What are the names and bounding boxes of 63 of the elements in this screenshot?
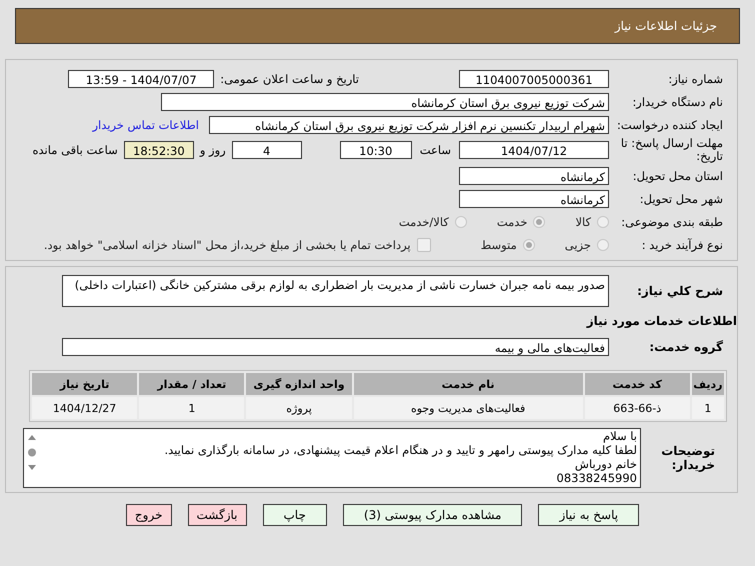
table-cell: ذ-66-663 xyxy=(584,397,690,419)
need-number-field: 1104007005000361 xyxy=(459,70,609,88)
column-header: نام خدمت xyxy=(354,373,583,395)
action-button[interactable]: مشاهده مدارک پیوستی (3) xyxy=(342,504,522,526)
column-header: واحد اندازه گیری xyxy=(246,373,352,395)
radio-button[interactable] xyxy=(533,216,546,228)
field-label: مهلت ارسال پاسخ: تا تاریخ: xyxy=(620,137,724,163)
notes-line: 08338245990 xyxy=(556,471,637,485)
field-label: شرح کلي نیاز: xyxy=(636,284,724,298)
radio-button[interactable] xyxy=(522,238,535,250)
column-header: تاریخ نیاز xyxy=(32,373,138,395)
table-cell: 1 xyxy=(139,397,244,419)
checkbox[interactable] xyxy=(416,238,431,252)
radio-label: کالا/خدمت xyxy=(398,214,449,228)
days-field: 4 xyxy=(232,141,302,159)
service-group-field: فعالیت‌های مالی و بیمه xyxy=(62,338,609,356)
days-label: روز و xyxy=(200,143,226,157)
column-header: ردیف xyxy=(692,373,724,395)
radio-label: خدمت xyxy=(496,214,528,228)
table-cell: پروژه xyxy=(246,397,352,419)
buyer-contact-link[interactable]: اطلاعات تماس خریدار xyxy=(92,118,199,132)
deadline-time-field: 10:30 xyxy=(340,141,412,159)
field-label: نوع فرآیند خرید : xyxy=(640,238,724,252)
city-field: کرمانشاه xyxy=(459,190,609,208)
header-title: جزئیات اطلاعات نیاز xyxy=(614,19,717,33)
field-label: ایجاد کننده درخواست: xyxy=(616,118,724,132)
column-header: تعداد / مقدار xyxy=(139,373,244,395)
table-cell: فعالیت‌های مدیریت وجوه xyxy=(354,397,583,419)
radio-label: جزیی xyxy=(564,238,591,252)
time-label: ساعت xyxy=(420,143,451,157)
action-button[interactable]: خروج xyxy=(126,504,172,526)
buyer-name-field: شرکت توزیع نیروی برق استان کرمانشاه xyxy=(161,92,609,110)
field-label: نام دستگاه خریدار: xyxy=(631,94,724,108)
field-label: شماره نیاز: xyxy=(667,72,724,86)
announce-date-field: 1404/07/07 - 13:59 xyxy=(68,70,214,88)
radio-label: کالا xyxy=(575,214,591,228)
remaining-label: ساعت باقی مانده xyxy=(32,143,118,157)
field-label: گروه خدمت: xyxy=(648,340,724,354)
column-header: کد خدمت xyxy=(584,373,690,395)
field-label: توضیحات خریدار: xyxy=(660,443,716,472)
field-label: شهر محل تحویل: xyxy=(638,192,724,206)
field-label: طبقه بندی موضوعی: xyxy=(620,214,724,228)
checkbox-label: پرداخت تمام یا بخشی از مبلغ خرید،از محل "اسناد خزانه اسلامی" خواهد بود. xyxy=(44,238,411,252)
field-label: تاریخ و ساعت اعلان عمومی: xyxy=(220,72,359,86)
action-button[interactable]: پاسخ به نیاز xyxy=(538,504,640,526)
summary-textarea[interactable]: صدور بیمه نامه جبران خسارت ناشی از مدیریت بار اضطراری به لوازم برقی مشترکین خانگی (اعتبارات داخلی) xyxy=(62,275,609,307)
notes-line: لطفا کلیه مدارک پیوستی رامهر و تایید و در هنگام اعلام قیمت پیشنهادی، در سامانه بارگذاری نمایید. xyxy=(163,443,637,457)
field-label: استان محل تحویل: xyxy=(632,168,724,182)
notes-line: با سلام xyxy=(602,429,637,443)
section-title: اطلاعات خدمات مورد نیاز xyxy=(586,313,737,330)
radio-button[interactable] xyxy=(597,238,609,250)
creator-field: شهرام اربیدار تکنسین نرم افزار شرکت توزیع نیروی برق استان کرمانشاه xyxy=(209,116,609,134)
deadline-date-field: 1404/07/12 xyxy=(459,141,609,159)
action-button[interactable]: بازگشت xyxy=(188,504,246,526)
notes-line: خانم دورباش xyxy=(574,457,637,471)
remaining-time-field: 18:52:30 xyxy=(124,141,194,159)
table-cell: 1 xyxy=(692,397,724,419)
radio-button[interactable] xyxy=(454,216,467,228)
radio-label: متوسط xyxy=(480,238,517,252)
table-cell: 1404/12/27 xyxy=(32,397,138,419)
radio-button[interactable] xyxy=(597,216,609,228)
province-field: کرمانشاه xyxy=(459,166,609,184)
action-button[interactable]: چاپ xyxy=(262,504,327,526)
